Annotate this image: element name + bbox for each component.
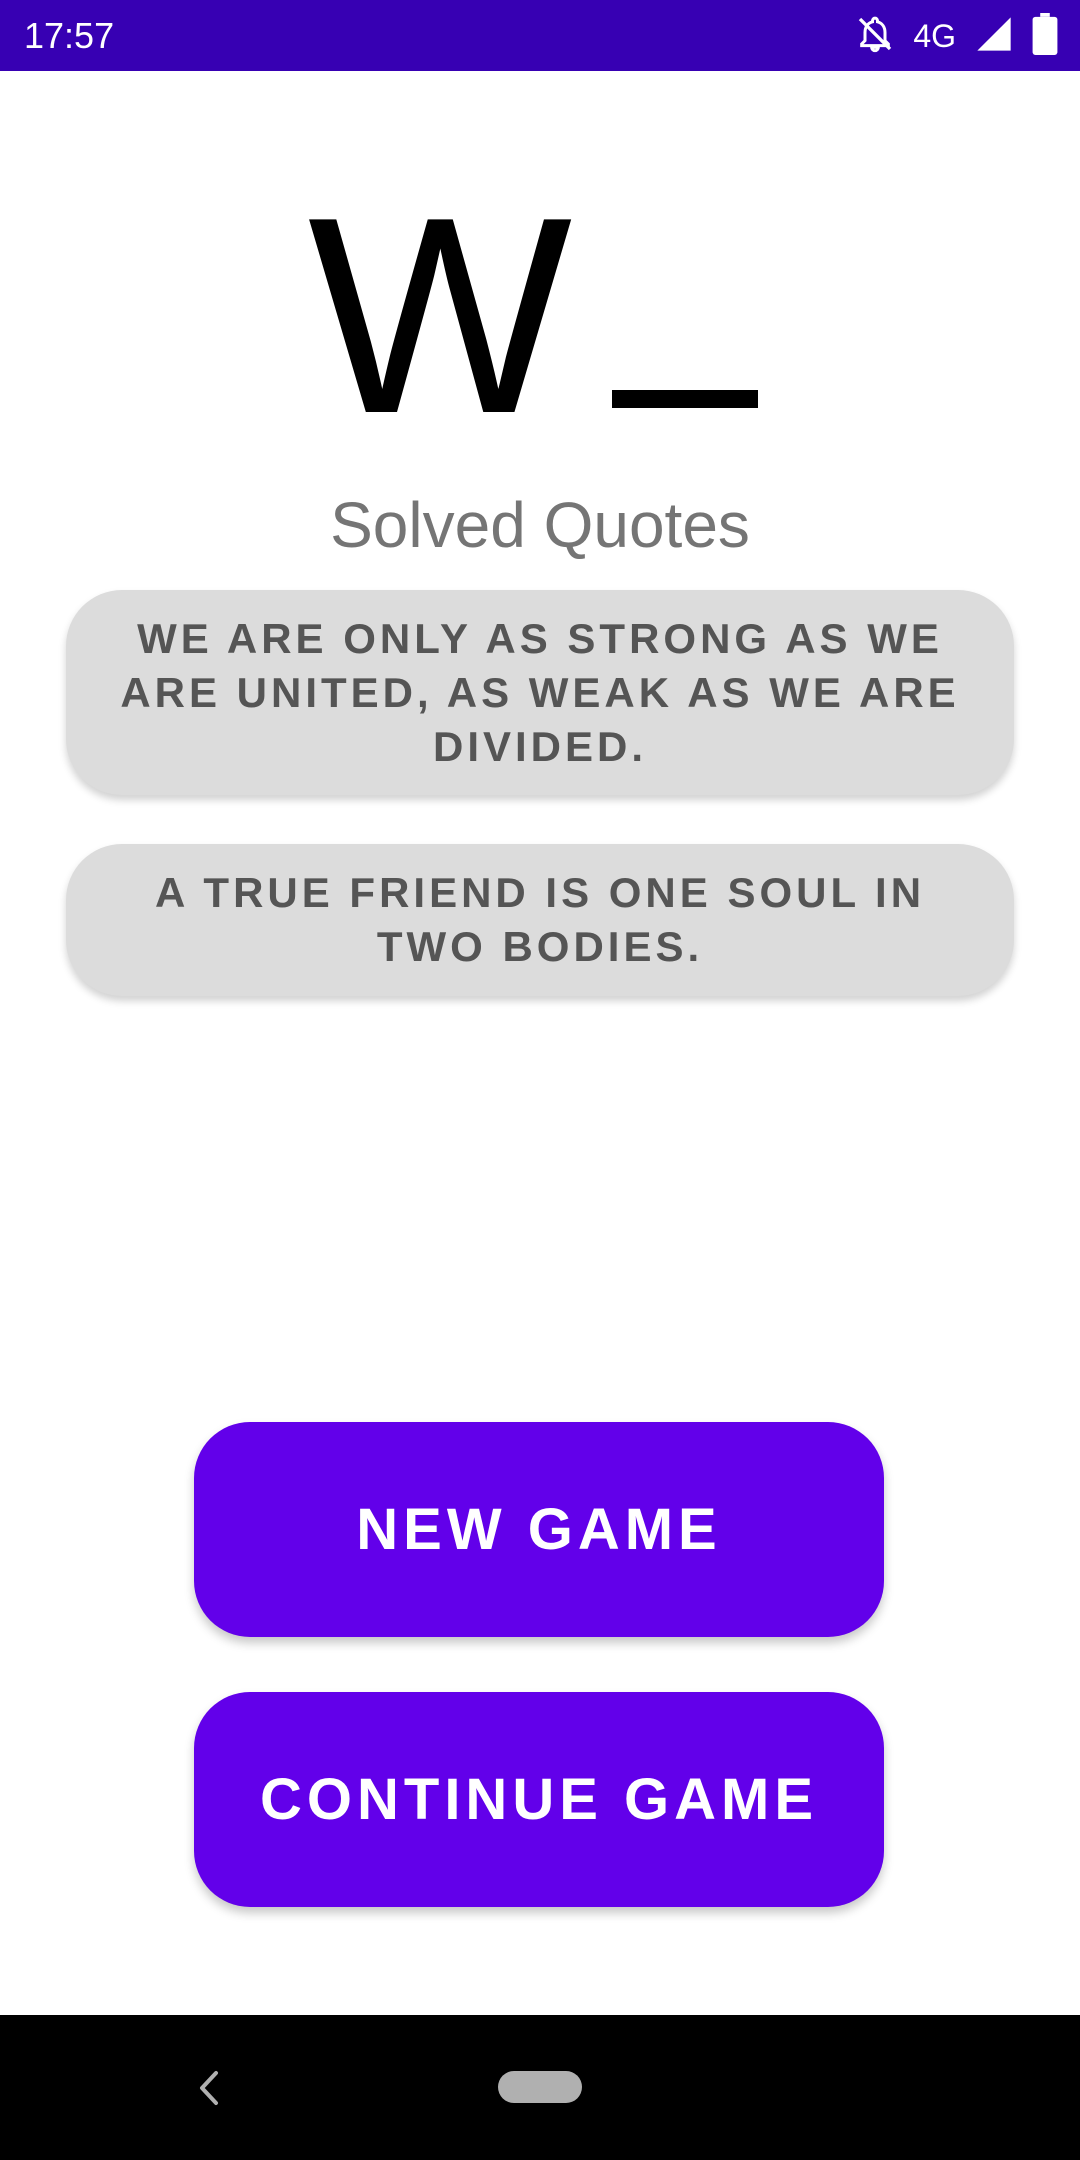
quote-card[interactable]: A TRUE FRIEND IS ONE SOUL IN TWO BODIES. xyxy=(66,844,1014,996)
back-icon[interactable] xyxy=(190,2063,228,2113)
status-bar: 17:57 4G xyxy=(0,0,1080,71)
quote-text: WE ARE ONLY AS STRONG AS WE ARE UNITED, … xyxy=(120,614,960,770)
status-icons: 4G xyxy=(855,12,1058,60)
continue-game-button[interactable]: CONTINUE GAME xyxy=(194,1692,884,1907)
home-pill-icon[interactable] xyxy=(498,2071,582,2103)
quote-card[interactable]: WE ARE ONLY AS STRONG AS WE ARE UNITED, … xyxy=(66,590,1014,795)
solved-quotes-heading: Solved Quotes xyxy=(330,489,750,561)
quote-text: A TRUE FRIEND IS ONE SOUL IN TWO BODIES. xyxy=(154,869,926,970)
network-type: 4G xyxy=(913,18,956,54)
navigation-bar xyxy=(0,2015,1080,2160)
app-logo: W xyxy=(0,160,1080,472)
signal-icon xyxy=(974,14,1014,59)
new-game-label: NEW GAME xyxy=(356,1497,722,1562)
new-game-button[interactable]: NEW GAME xyxy=(194,1422,884,1637)
notifications-off-icon xyxy=(855,14,895,59)
app-screen: 17:57 4G W Solved Quotes WE ARE ONLY AS … xyxy=(0,0,1080,2160)
continue-game-label: CONTINUE GAME xyxy=(260,1767,818,1832)
logo-letter: W xyxy=(308,180,575,440)
battery-icon xyxy=(1032,12,1058,60)
status-time: 17:57 xyxy=(24,15,115,56)
logo-underscore xyxy=(612,390,758,408)
